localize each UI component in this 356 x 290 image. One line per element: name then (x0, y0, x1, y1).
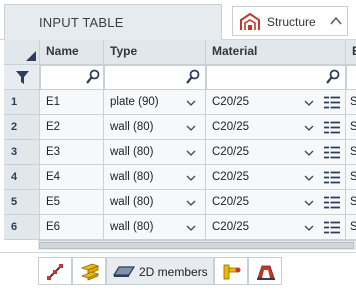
type-dropdown[interactable]: plate (90) (104, 90, 206, 115)
material-dropdown[interactable]: C20/25 (206, 140, 346, 165)
chevron-down-icon (304, 175, 314, 181)
search-icon (86, 69, 100, 84)
tab-sections[interactable] (72, 257, 106, 285)
name-cell[interactable]: E3 (40, 140, 104, 165)
plate-icon (113, 266, 135, 277)
opening-icon (257, 265, 275, 280)
extra-cell[interactable]: S (346, 90, 356, 115)
chevron-down-icon (304, 200, 314, 206)
filter-toggle-cell[interactable] (4, 65, 40, 90)
select-all-corner-icon (26, 51, 36, 61)
filter-input-material[interactable] (206, 65, 346, 90)
chevron-up-icon (330, 16, 342, 25)
chevron-down-icon (186, 125, 196, 131)
name-cell[interactable]: E4 (40, 165, 104, 190)
tab-openings[interactable] (248, 257, 282, 285)
chevron-down-icon (304, 225, 314, 231)
type-dropdown[interactable]: wall (80) (104, 215, 206, 240)
material-dropdown[interactable]: C20/25 (206, 165, 346, 190)
member-line-icon (47, 264, 63, 280)
tab-supports[interactable] (214, 257, 248, 285)
material-dropdown[interactable]: C20/25 (206, 115, 346, 140)
horizontal-scrollbar[interactable] (38, 240, 356, 250)
name-cell[interactable]: E1 (40, 90, 104, 115)
extra-cell[interactable]: S (346, 140, 356, 165)
table-row[interactable]: 3 E3 wall (80) C20/25 S (4, 140, 356, 165)
column-header-name[interactable]: Name (40, 40, 104, 65)
extra-cell[interactable]: S (346, 190, 356, 215)
table-row[interactable]: 4 E4 wall (80) C20/25 S (4, 165, 356, 190)
column-header-type[interactable]: Type (104, 40, 206, 65)
filter-icon (16, 71, 29, 84)
material-edit-icon[interactable] (324, 171, 340, 184)
filter-row (4, 65, 356, 90)
tab-2d-members-label: 2D members (139, 265, 208, 279)
extra-cell[interactable]: S (346, 115, 356, 140)
corner-cell[interactable] (4, 40, 40, 65)
filter-input-type[interactable] (104, 65, 206, 90)
row-number[interactable]: 3 (4, 140, 40, 165)
section-profile-icon (80, 263, 100, 281)
chevron-down-icon (304, 125, 314, 131)
name-cell[interactable]: E5 (40, 190, 104, 215)
row-number[interactable]: 2 (4, 115, 40, 140)
support-icon (223, 264, 241, 280)
row-number[interactable]: 5 (4, 190, 40, 215)
name-cell[interactable]: E6 (40, 215, 104, 240)
column-header-extra[interactable]: E (346, 40, 356, 65)
tab-1d-members[interactable] (38, 257, 72, 285)
table-row[interactable]: 2 E2 wall (80) C20/25 S (4, 115, 356, 140)
material-dropdown[interactable]: C20/25 (206, 90, 346, 115)
material-edit-icon[interactable] (324, 146, 340, 159)
extra-cell[interactable]: S (346, 215, 356, 240)
filter-input-name[interactable] (40, 65, 104, 90)
table-row[interactable]: 5 E5 wall (80) C20/25 S (4, 190, 356, 215)
material-dropdown[interactable]: C20/25 (206, 190, 346, 215)
type-dropdown[interactable]: wall (80) (104, 115, 206, 140)
table-row[interactable]: 6 E6 wall (80) C20/25 S (4, 215, 356, 240)
chevron-down-icon (186, 175, 196, 181)
tab-input-table-label: INPUT TABLE (39, 15, 124, 30)
table-header-row: Name Type Material E (4, 40, 356, 65)
material-edit-icon[interactable] (324, 121, 340, 134)
material-edit-icon[interactable] (324, 96, 340, 109)
column-header-material[interactable]: Material (206, 40, 346, 65)
chevron-down-icon (186, 150, 196, 156)
chevron-down-icon (186, 100, 196, 106)
material-edit-icon[interactable] (324, 196, 340, 209)
panel-header: INPUT TABLE Structure (0, 0, 356, 40)
search-icon (186, 69, 200, 84)
material-dropdown[interactable]: C20/25 (206, 215, 346, 240)
extra-cell[interactable]: S (346, 165, 356, 190)
type-dropdown[interactable]: wall (80) (104, 190, 206, 215)
type-dropdown[interactable]: wall (80) (104, 140, 206, 165)
search-icon (326, 69, 340, 84)
material-edit-icon[interactable] (324, 221, 340, 234)
tab-2d-members[interactable]: 2D members (106, 257, 214, 285)
table-row[interactable]: 1 E1 plate (90) C20/25 S (4, 90, 356, 115)
row-number[interactable]: 6 (4, 215, 40, 240)
structure-dropdown-button[interactable]: Structure (232, 6, 348, 36)
row-number[interactable]: 4 (4, 165, 40, 190)
type-dropdown[interactable]: wall (80) (104, 165, 206, 190)
structure-label: Structure (267, 15, 316, 29)
chevron-down-icon (304, 150, 314, 156)
structure-icon (240, 12, 260, 30)
bottom-tab-bar: 2D members (0, 252, 356, 290)
chevron-down-icon (304, 100, 314, 106)
chevron-down-icon (186, 225, 196, 231)
input-table-grid: Name Type Material E 1 E1 plate (90) C20… (4, 40, 356, 240)
name-cell[interactable]: E2 (40, 115, 104, 140)
chevron-down-icon (186, 200, 196, 206)
row-number[interactable]: 1 (4, 90, 40, 115)
scrollbar-thumb[interactable] (39, 242, 354, 249)
tab-input-table[interactable]: INPUT TABLE (4, 4, 222, 40)
filter-input-extra[interactable] (346, 65, 356, 90)
